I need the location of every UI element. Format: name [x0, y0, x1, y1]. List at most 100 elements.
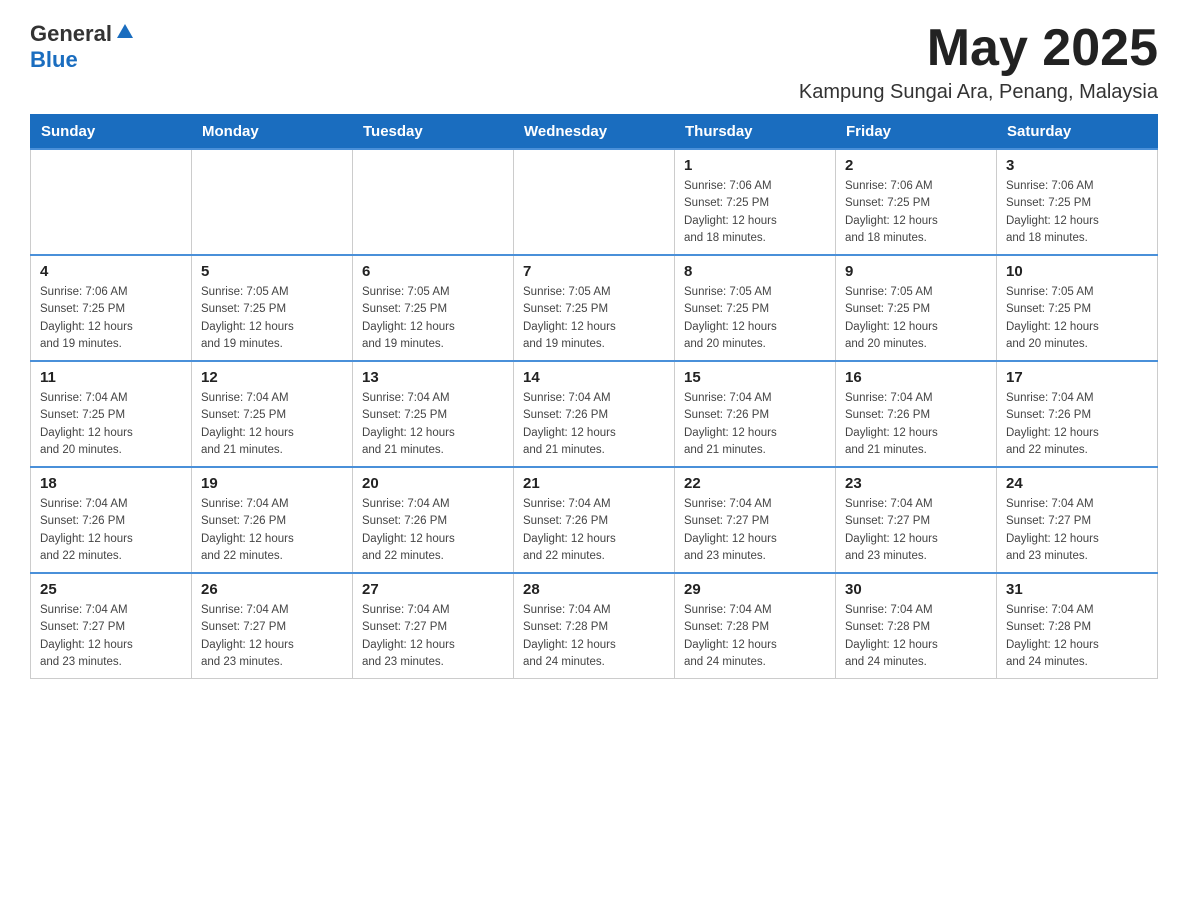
calendar-cell: 27 Sunrise: 7:04 AMSunset: 7:27 PMDayligh… — [353, 573, 514, 679]
day-info: Sunrise: 7:05 AMSunset: 7:25 PMDaylight:… — [201, 284, 343, 353]
logo-blue: Blue — [30, 47, 78, 72]
day-info: Sunrise: 7:04 AMSunset: 7:27 PMDaylight:… — [201, 602, 343, 671]
day-info: Sunrise: 7:06 AMSunset: 7:25 PMDaylight:… — [684, 178, 826, 247]
logo-general: General — [30, 21, 112, 47]
day-info: Sunrise: 7:05 AMSunset: 7:25 PMDaylight:… — [523, 284, 665, 353]
day-info: Sunrise: 7:04 AMSunset: 7:26 PMDaylight:… — [523, 496, 665, 565]
calendar-cell: 24 Sunrise: 7:04 AMSunset: 7:27 PMDayligh… — [997, 467, 1158, 573]
calendar-cell: 12 Sunrise: 7:04 AMSunset: 7:25 PMDayligh… — [192, 361, 353, 467]
day-number: 4 — [40, 263, 182, 280]
day-info: Sunrise: 7:04 AMSunset: 7:25 PMDaylight:… — [362, 390, 504, 459]
calendar-cell: 21 Sunrise: 7:04 AMSunset: 7:26 PMDayligh… — [514, 467, 675, 573]
calendar-cell: 6Sunrise: 7:05 AMSunset: 7:25 PMDaylight… — [353, 255, 514, 361]
day-number: 7 — [523, 263, 665, 280]
day-info: Sunrise: 7:04 AMSunset: 7:27 PMDaylight:… — [40, 602, 182, 671]
location-subtitle: Kampung Sungai Ara, Penang, Malaysia — [799, 81, 1158, 104]
calendar-cell: 14 Sunrise: 7:04 AMSunset: 7:26 PMDayligh… — [514, 361, 675, 467]
month-year-title: May 2025 — [799, 20, 1158, 77]
day-info: Sunrise: 7:04 AMSunset: 7:26 PMDaylight:… — [523, 390, 665, 459]
day-number: 25 — [40, 581, 182, 598]
day-number: 12 — [201, 369, 343, 386]
day-number: 8 — [684, 263, 826, 280]
week-row-2: 4Sunrise: 7:06 AMSunset: 7:25 PMDaylight… — [31, 255, 1158, 361]
day-number: 18 — [40, 475, 182, 492]
day-info: Sunrise: 7:04 AMSunset: 7:26 PMDaylight:… — [201, 496, 343, 565]
calendar-cell: 17 Sunrise: 7:04 AMSunset: 7:26 PMDayligh… — [997, 361, 1158, 467]
day-info: Sunrise: 7:04 AMSunset: 7:26 PMDaylight:… — [684, 390, 826, 459]
day-number: 23 — [845, 475, 987, 492]
calendar-cell — [514, 149, 675, 255]
day-info: Sunrise: 7:04 AMSunset: 7:28 PMDaylight:… — [1006, 602, 1148, 671]
calendar-cell: 2Sunrise: 7:06 AMSunset: 7:25 PMDaylight… — [836, 149, 997, 255]
title-block: May 2025 Kampung Sungai Ara, Penang, Mal… — [799, 20, 1158, 104]
day-number: 20 — [362, 475, 504, 492]
calendar-cell: 1Sunrise: 7:06 AMSunset: 7:25 PMDaylight… — [675, 149, 836, 255]
weekday-header-wednesday: Wednesday — [514, 115, 675, 150]
weekday-header-sunday: Sunday — [31, 115, 192, 150]
calendar-cell: 23Sunrise: 7:04 AMSunset: 7:27 PMDayligh… — [836, 467, 997, 573]
day-info: Sunrise: 7:04 AMSunset: 7:25 PMDaylight:… — [40, 390, 182, 459]
week-row-1: 1Sunrise: 7:06 AMSunset: 7:25 PMDaylight… — [31, 149, 1158, 255]
day-number: 17 — [1006, 369, 1148, 386]
logo-arrow-icon — [115, 22, 135, 47]
weekday-header-thursday: Thursday — [675, 115, 836, 150]
calendar-cell: 29Sunrise: 7:04 AMSunset: 7:28 PMDayligh… — [675, 573, 836, 679]
day-number: 9 — [845, 263, 987, 280]
page-header: General Blue May 2025 Kampung Sungai Ara… — [30, 20, 1158, 104]
weekday-header-saturday: Saturday — [997, 115, 1158, 150]
day-number: 22 — [684, 475, 826, 492]
day-number: 11 — [40, 369, 182, 386]
calendar-cell: 16Sunrise: 7:04 AMSunset: 7:26 PMDayligh… — [836, 361, 997, 467]
week-row-5: 25 Sunrise: 7:04 AMSunset: 7:27 PMDayligh… — [31, 573, 1158, 679]
calendar-cell: 28Sunrise: 7:04 AMSunset: 7:28 PMDayligh… — [514, 573, 675, 679]
calendar-cell: 11 Sunrise: 7:04 AMSunset: 7:25 PMDayligh… — [31, 361, 192, 467]
day-info: Sunrise: 7:06 AMSunset: 7:25 PMDaylight:… — [845, 178, 987, 247]
day-number: 27 — [362, 581, 504, 598]
day-number: 5 — [201, 263, 343, 280]
day-info: Sunrise: 7:06 AMSunset: 7:25 PMDaylight:… — [1006, 178, 1148, 247]
calendar-cell: 10 Sunrise: 7:05 AMSunset: 7:25 PMDayligh… — [997, 255, 1158, 361]
day-number: 13 — [362, 369, 504, 386]
calendar-cell: 9 Sunrise: 7:05 AMSunset: 7:25 PMDaylight… — [836, 255, 997, 361]
day-number: 28 — [523, 581, 665, 598]
calendar-cell: 7 Sunrise: 7:05 AMSunset: 7:25 PMDaylight… — [514, 255, 675, 361]
weekday-header-tuesday: Tuesday — [353, 115, 514, 150]
day-info: Sunrise: 7:04 AMSunset: 7:26 PMDaylight:… — [40, 496, 182, 565]
day-info: Sunrise: 7:04 AMSunset: 7:27 PMDaylight:… — [1006, 496, 1148, 565]
calendar-cell: 15 Sunrise: 7:04 AMSunset: 7:26 PMDayligh… — [675, 361, 836, 467]
calendar-table: SundayMondayTuesdayWednesdayThursdayFrid… — [30, 114, 1158, 679]
day-info: Sunrise: 7:05 AMSunset: 7:25 PMDaylight:… — [684, 284, 826, 353]
week-row-4: 18 Sunrise: 7:04 AMSunset: 7:26 PMDayligh… — [31, 467, 1158, 573]
calendar-cell: 8 Sunrise: 7:05 AMSunset: 7:25 PMDaylight… — [675, 255, 836, 361]
day-info: Sunrise: 7:05 AMSunset: 7:25 PMDaylight:… — [845, 284, 987, 353]
day-info: Sunrise: 7:05 AMSunset: 7:25 PMDaylight:… — [1006, 284, 1148, 353]
day-number: 15 — [684, 369, 826, 386]
day-number: 21 — [523, 475, 665, 492]
weekday-header-monday: Monday — [192, 115, 353, 150]
day-number: 16 — [845, 369, 987, 386]
calendar-cell: 18 Sunrise: 7:04 AMSunset: 7:26 PMDayligh… — [31, 467, 192, 573]
calendar-cell: 26 Sunrise: 7:04 AMSunset: 7:27 PMDayligh… — [192, 573, 353, 679]
day-info: Sunrise: 7:04 AMSunset: 7:28 PMDaylight:… — [684, 602, 826, 671]
day-number: 6 — [362, 263, 504, 280]
calendar-cell — [353, 149, 514, 255]
calendar-cell — [31, 149, 192, 255]
calendar-cell: 13 Sunrise: 7:04 AMSunset: 7:25 PMDayligh… — [353, 361, 514, 467]
calendar-cell: 3 Sunrise: 7:06 AMSunset: 7:25 PMDaylight… — [997, 149, 1158, 255]
day-number: 26 — [201, 581, 343, 598]
day-info: Sunrise: 7:04 AMSunset: 7:27 PMDaylight:… — [684, 496, 826, 565]
calendar-cell: 4Sunrise: 7:06 AMSunset: 7:25 PMDaylight… — [31, 255, 192, 361]
calendar-cell — [192, 149, 353, 255]
day-info: Sunrise: 7:04 AMSunset: 7:27 PMDaylight:… — [362, 602, 504, 671]
calendar-cell: 30Sunrise: 7:04 AMSunset: 7:28 PMDayligh… — [836, 573, 997, 679]
day-number: 19 — [201, 475, 343, 492]
day-number: 10 — [1006, 263, 1148, 280]
day-number: 14 — [523, 369, 665, 386]
day-info: Sunrise: 7:04 AMSunset: 7:26 PMDaylight:… — [1006, 390, 1148, 459]
day-number: 31 — [1006, 581, 1148, 598]
day-number: 24 — [1006, 475, 1148, 492]
day-info: Sunrise: 7:04 AMSunset: 7:25 PMDaylight:… — [201, 390, 343, 459]
day-number: 3 — [1006, 157, 1148, 174]
calendar-cell: 22 Sunrise: 7:04 AMSunset: 7:27 PMDayligh… — [675, 467, 836, 573]
calendar-cell: 25 Sunrise: 7:04 AMSunset: 7:27 PMDayligh… — [31, 573, 192, 679]
